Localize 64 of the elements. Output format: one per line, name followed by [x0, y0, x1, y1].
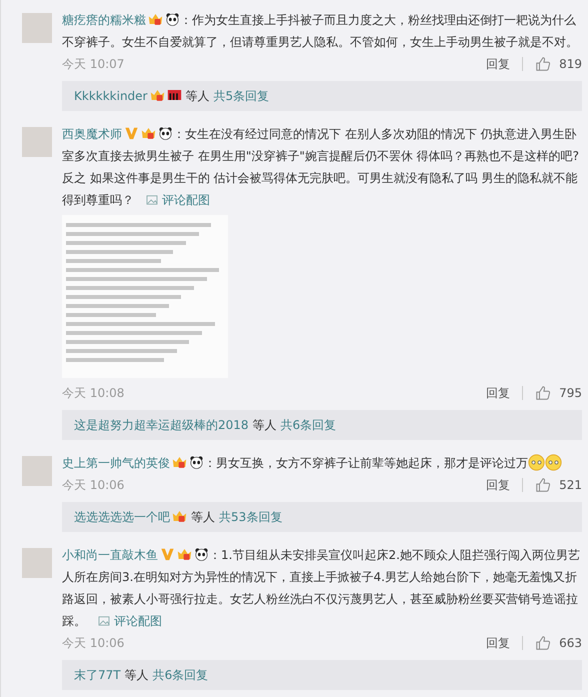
- avatar-image[interactable]: [22, 456, 52, 486]
- thumbs-up-icon[interactable]: [535, 56, 552, 72]
- reply-link[interactable]: 回复: [486, 53, 510, 75]
- comment-time: 今天 10:06: [62, 477, 124, 494]
- crown-icon: [172, 455, 187, 469]
- thumbs-up-icon[interactable]: [535, 385, 552, 401]
- comment-time: 今天 10:07: [62, 56, 124, 73]
- avatar-image[interactable]: [22, 548, 52, 578]
- picture-icon: [146, 195, 158, 205]
- like-count: 663: [559, 635, 582, 652]
- others-label: 等人: [186, 89, 210, 103]
- picture-icon: [98, 616, 110, 626]
- comment-image-link[interactable]: 评论配图: [146, 193, 210, 207]
- reply-user-link[interactable]: 这是超努力超幸运超级棒的2018: [74, 418, 249, 432]
- like-count: 795: [559, 385, 582, 402]
- thumbs-up-icon[interactable]: [535, 635, 552, 651]
- reply-user-link[interactable]: 末了77T: [74, 668, 121, 682]
- crown-icon: [172, 509, 187, 523]
- reply-count-link[interactable]: 共6条回复: [152, 668, 208, 682]
- reply-user-link[interactable]: Kkkkkkinder: [74, 89, 148, 103]
- thumbs-up-icon[interactable]: [535, 477, 552, 493]
- avatar-image[interactable]: [22, 13, 52, 43]
- user-name-link[interactable]: 西奥魔术师: [62, 127, 122, 141]
- reply-count-link[interactable]: 共6条回复: [280, 418, 336, 432]
- text-screenshot-image[interactable]: [62, 215, 228, 378]
- crown-icon: [150, 88, 164, 102]
- others-label: 等人: [252, 418, 277, 432]
- replies-summary-bar[interactable]: 这是超努力超幸运超级棒的2018 等人 共6条回复: [62, 410, 582, 440]
- panda-icon: [165, 12, 180, 26]
- comment-text: 史上第一帅气的英俊 ：男女互换，女方不穿裤子让前辈等她起床，那才是评论过万: [62, 452, 582, 474]
- reply-count-link[interactable]: 共5条回复: [214, 89, 270, 103]
- emoji-face-icon: [545, 454, 562, 471]
- like-count: 521: [559, 477, 582, 494]
- crown-icon: [141, 126, 156, 140]
- comment-text: 糖疙瘩的糯米糍 ：作为女生直接上手抖被子而且力度之大，粉丝找理由还倒打一耙说为什么不穿裤子。女生不自爱就算了，但请尊重男艺人隐私。不管如何，女生上手动男生被子就是不对。: [62, 11, 579, 51]
- emoji-face-icon: [528, 454, 545, 471]
- reply-user-link[interactable]: 选选选选选一个吧: [74, 510, 170, 524]
- user-name-link[interactable]: 史上第一帅气的英俊: [62, 456, 170, 470]
- comment-image-link[interactable]: 评论配图: [98, 614, 162, 628]
- like-count: 819: [559, 56, 582, 73]
- others-label: 等人: [124, 668, 149, 682]
- comment-text: 小和尚一直敲木鱼 ：1.节目组从未安排吴宣仪叫起床2.她不顾众人阻拦强行闯入两位男艺人所在房间3.在明知对方为异性的情况下，直接上手掀被子4.男艺人给她台阶下，她毫无羞愧又折路返回，被素人小哥强行拉走。女艺人粉丝洗白不仅污蔑男艺人，甚至威胁粉丝要买营销号造谣拉踩。 评论配图: [62, 546, 581, 630]
- replies-summary-bar[interactable]: Kkkkkkinder 等人 共5条回复: [62, 81, 582, 111]
- comment-time: 今天 10:06: [62, 635, 124, 652]
- piano-icon: [166, 88, 182, 102]
- panda-icon: [194, 547, 209, 561]
- panda-icon: [158, 126, 173, 140]
- reply-count-link[interactable]: 共53条回复: [219, 510, 282, 524]
- reply-link[interactable]: 回复: [486, 474, 510, 496]
- reply-link[interactable]: 回复: [486, 382, 510, 404]
- user-name-link[interactable]: 糖疙瘩的糯米糍: [62, 13, 146, 27]
- reply-link[interactable]: 回复: [486, 632, 510, 654]
- avatar-image[interactable]: [22, 127, 52, 157]
- others-label: 等人: [191, 510, 215, 524]
- replies-summary-bar[interactable]: 末了77T 等人 共6条回复: [62, 660, 582, 690]
- crown-icon: [177, 547, 192, 561]
- user-name-link[interactable]: 小和尚一直敲木鱼: [62, 548, 158, 562]
- crown-icon: [148, 12, 163, 26]
- verified-v-icon: [124, 126, 139, 140]
- panda-icon: [189, 455, 204, 469]
- comment-time: 今天 10:08: [62, 385, 124, 402]
- comment-text: 西奥魔术师 ：女生在没有经过同意的情况下 在别人多次劝阻的情况下 仍执意进入男生卧室多次直接去掀男生被子 在男生用"没穿裤子"婉言提醒后仍不罢休 得体吗？再熟也不是这样的吧? 反之 如果这件事是男生干的 估计会被骂得体无完肤吧。可男生就没有隐私了吗 男生的隐私就不能得到尊重吗？ 评论配图: [62, 125, 580, 209]
- replies-summary-bar[interactable]: 选选选选选一个吧 等人 共53条回复: [62, 502, 582, 532]
- verified-v-icon: [160, 547, 175, 561]
